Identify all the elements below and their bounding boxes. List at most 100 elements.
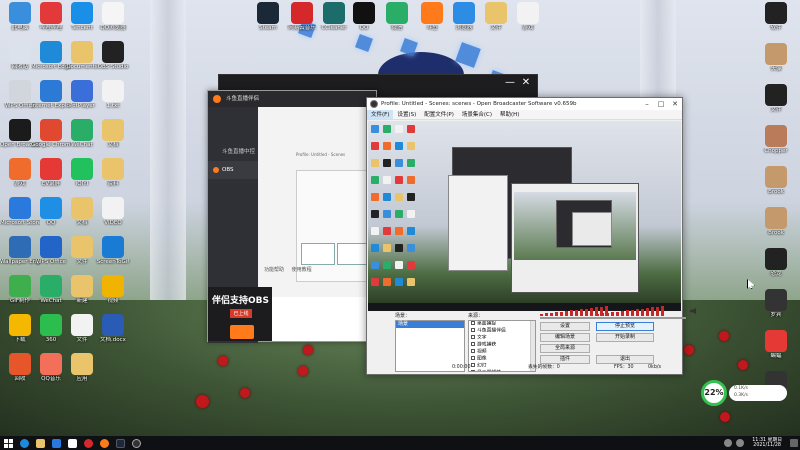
scenes-label: 场景：: [395, 313, 411, 319]
source-item[interactable]: 斗鱼直播伴侣: [469, 328, 535, 335]
desktop-icon[interactable]: ScreenToGif: [93, 236, 133, 266]
douyu-ad-banner[interactable]: 伴侣支持OBS 已上线: [208, 287, 272, 341]
app-icon: [102, 80, 124, 102]
taskbar-app-obs[interactable]: [128, 436, 144, 450]
desktop-icon[interactable]: 蝙蝠: [756, 330, 796, 360]
volume-icon[interactable]: [736, 439, 745, 447]
settings-button[interactable]: 设置: [540, 322, 590, 331]
meter-bar: [560, 311, 563, 316]
douyu-title-bar[interactable]: 斗鱼直播伴侣: [208, 91, 376, 107]
desktop-icon[interactable]: 微信: [377, 2, 417, 32]
desktop-icon[interactable]: 头像: [756, 43, 796, 73]
taskbar-app-edge[interactable]: [16, 436, 32, 450]
source-visibility-checkbox[interactable]: [471, 356, 475, 360]
obs-icon: [131, 438, 141, 448]
desktop-icon-label: 视频: [107, 298, 119, 304]
desktop-icon[interactable]: Brook: [756, 166, 796, 196]
scene-item[interactable]: 场景: [396, 321, 464, 328]
app-icon: [765, 207, 787, 229]
source-item[interactable]: 游戏捕获: [469, 342, 535, 349]
desktop-icon[interactable]: 视频: [93, 275, 133, 305]
source-visibility-checkbox[interactable]: [471, 335, 475, 339]
nested-desktop-icon: [407, 227, 415, 235]
douyu-window[interactable]: 斗鱼直播伴侣 斗鱼直播中控 OBS Profile: Untitled - Sc…: [207, 90, 377, 343]
source-visibility-checkbox[interactable]: [471, 328, 475, 332]
desktop-icon[interactable]: 罗宾: [756, 289, 796, 319]
help-link[interactable]: 功能帮助: [264, 267, 284, 273]
source-visibility-checkbox[interactable]: [471, 342, 475, 346]
obs-title-bar[interactable]: Profile: Untitled - Scenes: scenes - Ope…: [367, 98, 682, 110]
source-item[interactable]: 文字: [469, 335, 535, 342]
close-icon[interactable]: ✕: [521, 78, 531, 88]
desktop-icon[interactable]: 资料: [93, 158, 133, 188]
taskbar-app-steam[interactable]: [112, 436, 128, 450]
edit-scene-button[interactable]: 编辑场景: [540, 333, 590, 342]
taskbar-app-explorer[interactable]: [32, 436, 48, 450]
tutorial-link[interactable]: 使用教程: [292, 267, 312, 273]
desktop-icon[interactable]: 游戏: [508, 2, 548, 32]
source-item[interactable]: 桌面捕捉: [469, 321, 535, 328]
nested-desktop-icon: [395, 142, 403, 150]
app-icon: [40, 158, 62, 180]
meter-bar: [631, 309, 634, 316]
desktop-icon[interactable]: 应用: [62, 353, 102, 383]
desktop-icon-label: 文档: [107, 142, 119, 148]
close-button[interactable]: ✕: [668, 98, 682, 110]
desktop-icon[interactable]: OBS Studio: [93, 41, 133, 71]
menu-profile[interactable]: 配置文件(P): [420, 110, 458, 119]
desktop-icon[interactable]: 恐龙: [756, 248, 796, 278]
dropped-frames: 丢失的帧数：0: [528, 365, 560, 370]
stop-preview-button[interactable]: 停止预览: [596, 322, 654, 331]
app-icon: [9, 2, 31, 24]
desktop-icon[interactable]: 1.txt: [93, 80, 133, 110]
menu-scene-collection[interactable]: 场景集合(C): [458, 110, 496, 119]
taskbar-clock[interactable]: 11:31 星期日 2021/11/28: [746, 438, 788, 449]
nested-douyu-window: [448, 175, 508, 271]
desktop-icon[interactable]: QQ浏览器: [93, 2, 133, 32]
maximize-button[interactable]: □: [654, 98, 668, 110]
network-speed-widget[interactable]: 22% 0.1K/s 0.3K/s: [701, 380, 791, 406]
minimize-icon[interactable]: —: [505, 78, 515, 88]
meter-bar: [565, 311, 568, 316]
start-button[interactable]: [0, 436, 16, 450]
notification-icon[interactable]: [790, 439, 798, 447]
start-recording-button[interactable]: 开始录制: [596, 333, 654, 342]
global-sources-button[interactable]: 全局来源: [540, 344, 590, 353]
network-icon[interactable]: [724, 439, 733, 447]
desktop-icon-label: VIDEO: [104, 220, 122, 226]
desktop-icon[interactable]: VIDEO: [93, 197, 133, 227]
douyu-sidebar-item-control[interactable]: 斗鱼直播中控: [208, 143, 258, 161]
menu-settings[interactable]: 设置(S): [393, 110, 420, 119]
source-visibility-checkbox[interactable]: [471, 321, 475, 325]
douyu-sidebar-label: OBS: [222, 167, 234, 173]
douyu-sidebar-item-obs[interactable]: OBS: [208, 161, 258, 179]
mic-volume-meter[interactable]: [596, 306, 696, 319]
obs-preview-canvas[interactable]: [368, 121, 681, 311]
wallpaper-flower: [218, 356, 228, 366]
nested-desktop-icon: [383, 261, 391, 269]
menu-file[interactable]: 文件(F): [367, 110, 394, 119]
desktop-icon[interactable]: 文档.docx: [93, 314, 133, 344]
app-icon: [71, 275, 93, 297]
taskbar-app-store[interactable]: [48, 436, 64, 450]
desktop-icon[interactable]: Brook: [756, 207, 796, 237]
minimize-button[interactable]: –: [640, 98, 654, 110]
source-item[interactable]: 图像: [469, 356, 535, 363]
obs-window[interactable]: Profile: Untitled - Scenes: scenes - Ope…: [366, 97, 696, 375]
taskbar-app-mail[interactable]: [64, 436, 80, 450]
clock-time: 11:31: [752, 437, 767, 443]
source-visibility-checkbox[interactable]: [471, 349, 475, 353]
app-icon: [40, 197, 62, 219]
desktop-icon[interactable]: Chopper: [756, 125, 796, 155]
edge-icon: [19, 438, 29, 448]
source-item[interactable]: 视频: [469, 349, 535, 356]
mic-volume-slider[interactable]: [596, 317, 686, 319]
taskbar-app-netease[interactable]: [80, 436, 96, 450]
taskbar-app-douyu[interactable]: [96, 436, 112, 450]
menu-help[interactable]: 帮助(H): [496, 110, 523, 119]
desktop-icon[interactable]: 软件: [756, 2, 796, 32]
wallpaper-flower: [684, 345, 694, 355]
desktop-icon[interactable]: 文档: [93, 119, 133, 149]
wallpaper-flower: [303, 345, 313, 355]
desktop-icon[interactable]: 文件: [756, 84, 796, 114]
